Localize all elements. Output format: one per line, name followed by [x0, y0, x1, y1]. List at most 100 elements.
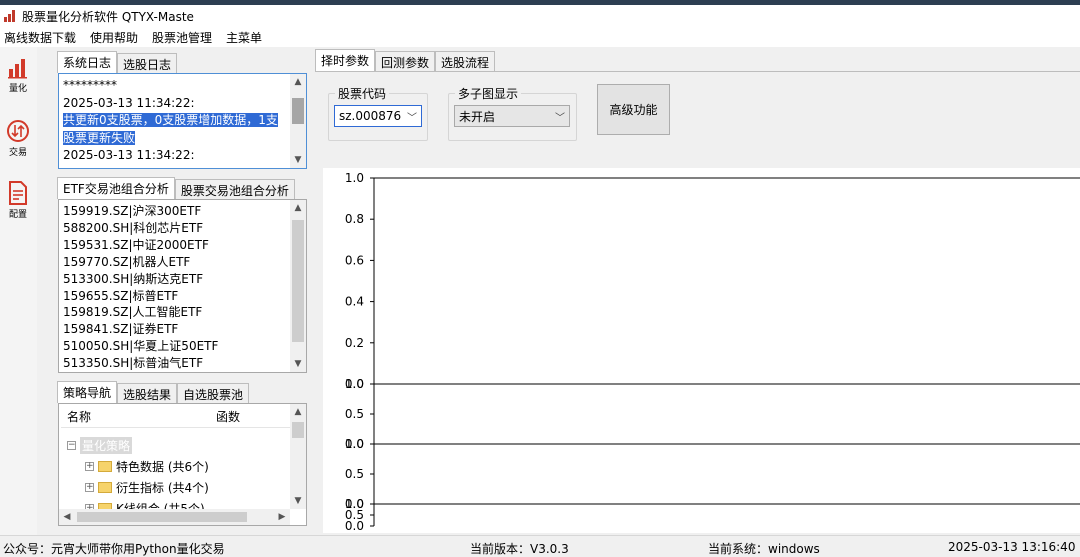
etf-list-item[interactable]: 513300.SH|纳斯达克ETF — [63, 271, 218, 288]
status-system: 当前系统：windows — [708, 542, 820, 556]
etf-list-item[interactable]: 513350.SH|标普油气ETF — [63, 355, 218, 372]
y-tick-label: 0.2 — [345, 336, 364, 350]
scroll-up-icon[interactable]: ▲ — [290, 74, 306, 90]
subplot-label: 多子图显示 — [455, 85, 522, 102]
menu-bar: 离线数据下载 使用帮助 股票池管理 主菜单 — [0, 27, 1080, 47]
tab-stock-pool[interactable]: 股票交易池组合分析 — [174, 179, 295, 199]
advanced-function-button[interactable]: 高级功能 — [597, 84, 670, 135]
tree-root[interactable]: − 量化策略 — [67, 435, 133, 455]
y-tick-label: 0.4 — [345, 295, 364, 309]
tree-item[interactable]: + 衍生指标 (共4个) — [85, 477, 209, 497]
etf-list-item[interactable]: 159655.SZ|标普ETF — [63, 288, 218, 305]
y-tick-label: 0.5 — [345, 407, 364, 421]
config-doc-icon — [9, 181, 27, 205]
log-line-selected: 股票更新失败 — [63, 130, 136, 145]
y-tick-label: 0.6 — [345, 253, 364, 267]
scroll-left-icon[interactable]: ◀ — [59, 509, 75, 525]
etf-list-item[interactable]: 159531.SZ|中证2000ETF — [63, 237, 218, 254]
log-tabs: 系统日志 选股日志 — [57, 51, 178, 73]
menu-pool-manage[interactable]: 股票池管理 — [152, 29, 212, 46]
expand-icon[interactable]: + — [85, 461, 94, 471]
tree-vscrollbar[interactable]: ▲ ▼ — [290, 404, 306, 509]
left-nav-bar: 量化 交易 配置 — [0, 47, 37, 535]
tab-pick-flow[interactable]: 选股流程 — [435, 51, 496, 71]
status-public: 公众号：元宵大师带你用Python量化交易 — [3, 542, 225, 556]
etf-scrollbar[interactable]: ▲ ▼ — [290, 200, 306, 372]
menu-help[interactable]: 使用帮助 — [90, 29, 138, 46]
expand-icon[interactable]: + — [85, 482, 94, 492]
scroll-up-icon[interactable]: ▲ — [290, 404, 306, 420]
etf-list-item[interactable]: 588200.SH|科创芯片ETF — [63, 220, 218, 237]
log-line: ********* — [63, 78, 117, 92]
bar-chart-icon — [8, 59, 27, 79]
tree-item-label: 特色数据 (共6个) — [116, 459, 209, 474]
scroll-thumb[interactable] — [292, 98, 304, 124]
etf-tabs: ETF交易池组合分析 股票交易池组合分析 — [57, 177, 295, 199]
y-tick-label: 1.0 — [345, 171, 364, 185]
chart-area[interactable]: 1.0 0.8 0.6 0.4 0.2 0.0 1.0 0.5 0.0 1.0 0.5 0.0 1.0 0… — [323, 168, 1080, 533]
log-line: 2025-03-13 11:34:22: — [63, 95, 195, 110]
log-line-selected: 共更新0支股票，0支股票增加数据，1支 — [63, 113, 278, 127]
stock-code-combo[interactable]: sz.000876 ﹀ — [334, 105, 422, 127]
etf-list-box[interactable]: 159919.SZ|沪深300ETF 588200.SH|科创芯片ETF 15953… — [58, 199, 307, 373]
chevron-down-icon[interactable]: ﹀ — [407, 109, 417, 124]
folder-icon — [98, 481, 112, 493]
scroll-down-icon[interactable]: ▼ — [290, 356, 306, 372]
etf-list-item[interactable]: 159919.SZ|沪深300ETF — [63, 203, 218, 220]
menu-main[interactable]: 主菜单 — [226, 29, 262, 46]
app-window: 股票量化分析软件 QTYX-Maste 离线数据下载 使用帮助 股票池管理 主菜… — [0, 0, 1080, 557]
scroll-up-icon[interactable]: ▲ — [290, 200, 306, 216]
stock-code-value: sz.000876 — [339, 109, 402, 123]
tab-system-log[interactable]: 系统日志 — [57, 51, 118, 73]
tree-hscrollbar[interactable]: ◀ ▶ — [59, 509, 290, 525]
tree-item[interactable]: + 特色数据 (共6个) — [85, 456, 209, 476]
nav-quant-label: 量化 — [8, 84, 27, 94]
title-bar: 股票量化分析软件 QTYX-Maste — [0, 5, 1080, 27]
y-tick-label: 0.8 — [345, 212, 364, 226]
scroll-down-icon[interactable]: ▼ — [290, 493, 306, 509]
scroll-thumb[interactable] — [292, 220, 304, 342]
tab-pick-result[interactable]: 选股结果 — [117, 383, 178, 403]
etf-list: 159919.SZ|沪深300ETF 588200.SH|科创芯片ETF 15953… — [63, 203, 218, 372]
tab-strategy-nav[interactable]: 策略导航 — [57, 381, 118, 403]
tree-item-label: 衍生指标 (共4个) — [116, 480, 209, 495]
nav-config-label: 配置 — [8, 210, 27, 220]
chevron-down-icon[interactable]: ﹀ — [555, 109, 565, 124]
tree-header: 名称 函数 — [61, 406, 291, 428]
folder-icon — [98, 460, 112, 472]
etf-list-item[interactable]: 159819.SZ|人工智能ETF — [63, 304, 218, 321]
nav-quant-button[interactable]: 量化 — [3, 57, 33, 94]
tab-backtest-params[interactable]: 回测参数 — [375, 51, 436, 71]
trade-arrows-icon — [7, 120, 29, 142]
tab-pick-log[interactable]: 选股日志 — [117, 53, 178, 73]
scroll-thumb[interactable] — [77, 512, 247, 522]
log-scrollbar[interactable]: ▲ ▼ — [290, 74, 306, 168]
scroll-down-icon[interactable]: ▼ — [290, 152, 306, 168]
param-panel — [315, 71, 1080, 147]
subplot-value: 未开启 — [459, 109, 496, 124]
chart-svg: 1.00.80.60.40.20.01.00.50.01.00.50.01.00… — [345, 171, 1080, 533]
etf-list-item[interactable]: 159770.SZ|机器人ETF — [63, 254, 218, 271]
app-logo-icon — [4, 10, 16, 22]
system-log-box[interactable]: ********* 2025-03-13 11:34:22: 共更新0支股票，0… — [58, 73, 307, 169]
nav-trade-button[interactable]: 交易 — [3, 119, 33, 158]
log-line: 2025-03-13 11:34:22: — [63, 148, 195, 162]
strategy-tree-box[interactable]: 名称 函数 − 量化策略 + 特色数据 (共6个) + 衍生指标 (共4个) +… — [58, 403, 307, 526]
subplot-combo[interactable]: 未开启 ﹀ — [454, 105, 570, 127]
column-name-header[interactable]: 名称 — [67, 408, 91, 425]
scroll-right-icon[interactable]: ▶ — [274, 509, 290, 525]
tab-timing-params[interactable]: 择时参数 — [315, 49, 376, 71]
tab-etf-pool[interactable]: ETF交易池组合分析 — [57, 177, 175, 199]
y-tick-label: 1.0 — [345, 377, 364, 391]
etf-list-item[interactable]: 159841.SZ|证券ETF — [63, 321, 218, 338]
log-text: ********* 2025-03-13 11:34:22: 共更新0支股票，0… — [63, 77, 287, 165]
etf-list-item[interactable]: 510050.SH|华夏上证50ETF — [63, 338, 218, 355]
status-datetime: 2025-03-13 13:16:40 — [948, 540, 1076, 554]
menu-offline-download[interactable]: 离线数据下载 — [4, 29, 76, 46]
tab-watchlist[interactable]: 自选股票池 — [177, 383, 250, 403]
scroll-thumb[interactable] — [292, 422, 304, 438]
nav-config-button[interactable]: 配置 — [3, 181, 33, 220]
window-title: 股票量化分析软件 QTYX-Maste — [22, 9, 194, 24]
collapse-icon[interactable]: − — [67, 440, 76, 450]
column-function-header[interactable]: 函数 — [216, 408, 240, 425]
